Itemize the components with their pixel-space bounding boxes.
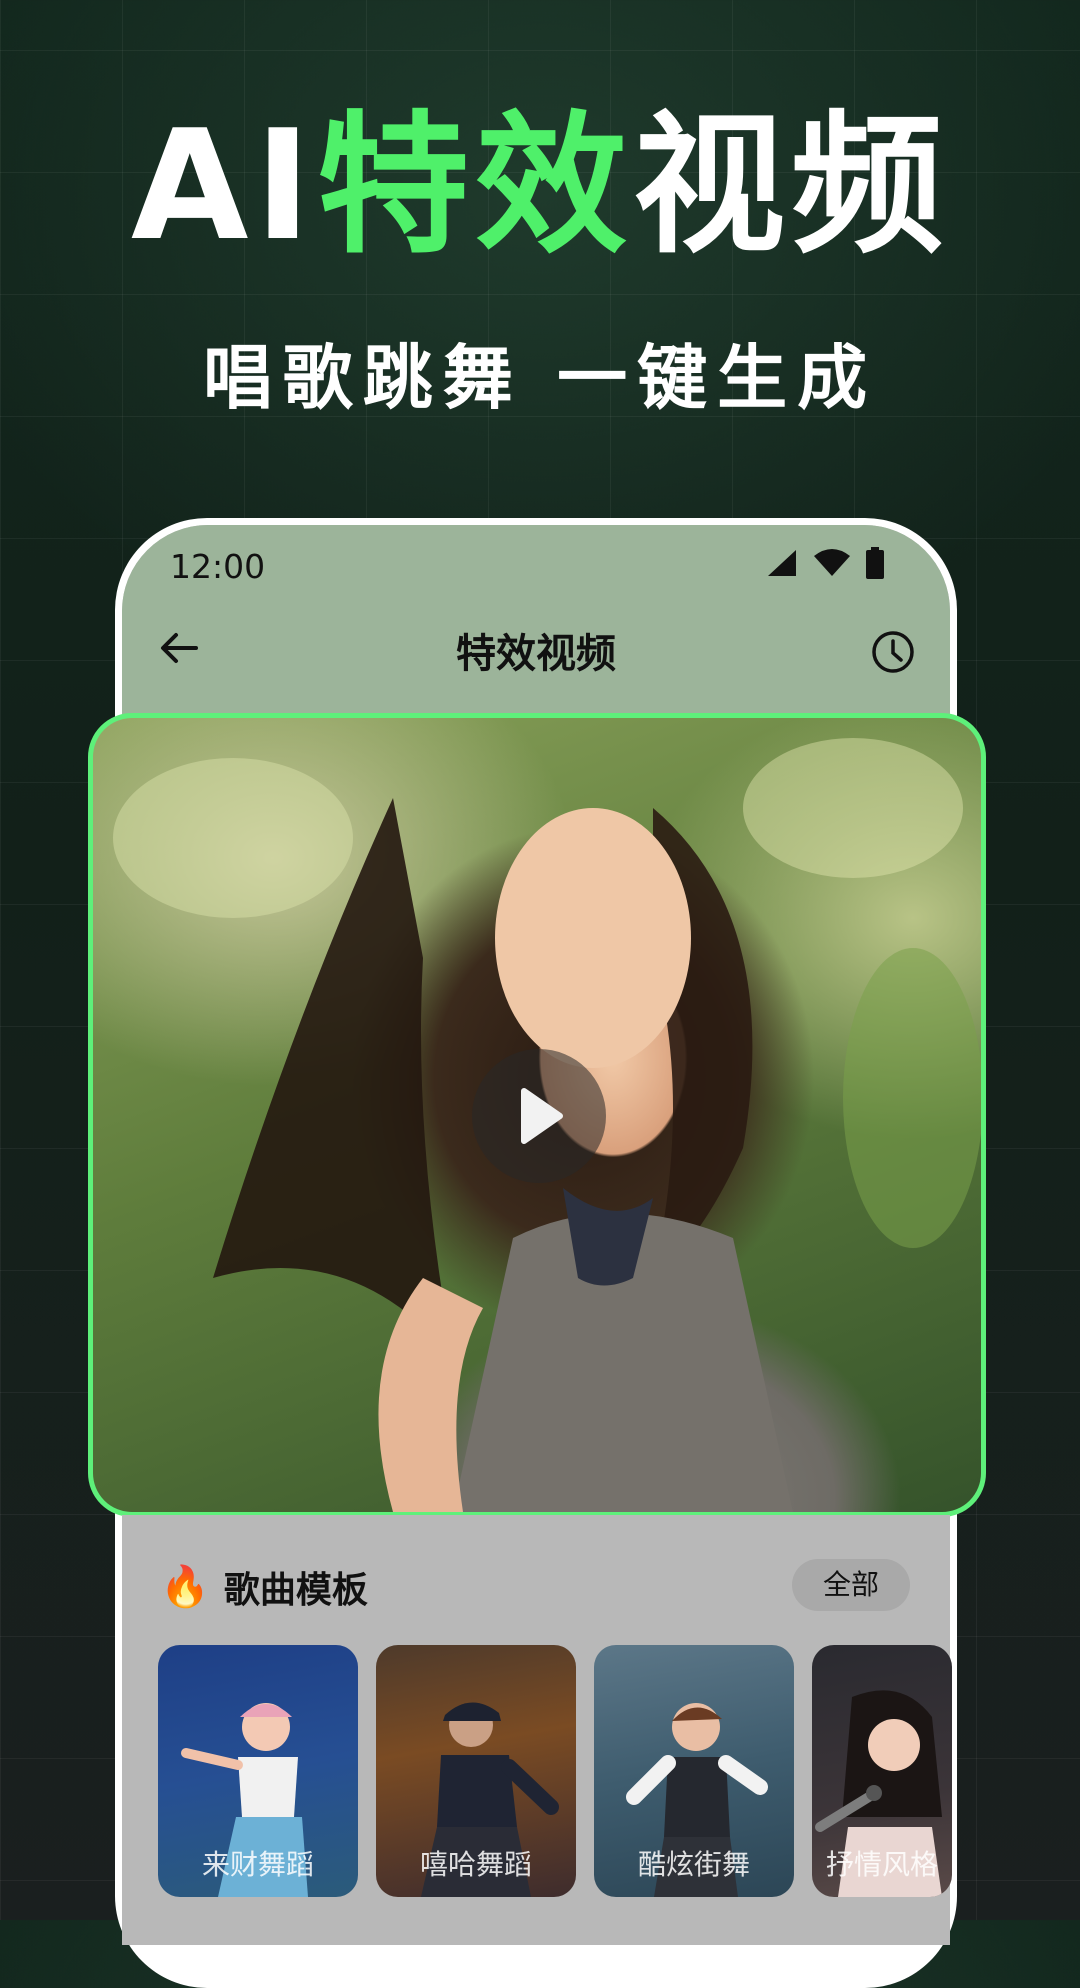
view-all-button[interactable]: 全部 [792,1559,910,1611]
fire-icon: 🔥 [160,1564,210,1610]
promo-headline: AI特效视频 [0,110,1080,262]
template-card-label: 抒情风格 [825,1848,938,1881]
template-card[interactable]: 嘻哈舞蹈 [376,1645,576,1897]
play-button[interactable] [472,1049,606,1183]
song-template-section: 🔥 歌曲模板 全部 来财舞蹈 嘻哈舞蹈 酷炫街舞 抒情风格 [122,1515,952,1945]
template-card[interactable]: 抒情风格 [812,1645,952,1897]
history-clock-icon[interactable] [870,629,916,675]
template-card[interactable]: 来财舞蹈 [158,1645,358,1897]
signal-icon [768,550,796,576]
template-card-label: 来财舞蹈 [201,1848,314,1881]
promo-subline: 唱歌跳舞 一键生成 [202,337,878,419]
headline-highlight: 特效 [317,97,634,274]
status-time: 12:00 [170,547,266,586]
wifi-icon [814,549,850,576]
section-title: 歌曲模板 [223,1570,368,1611]
headline-prefix: AI [130,97,318,274]
template-card-label: 嘻哈舞蹈 [419,1848,532,1881]
template-card-label: 酷炫街舞 [637,1848,750,1881]
battery-icon [866,547,884,579]
play-icon [521,1088,563,1144]
template-card[interactable]: 酷炫街舞 [594,1645,794,1897]
template-card-list: 来财舞蹈 嘻哈舞蹈 酷炫街舞 抒情风格 [158,1645,952,1897]
status-icons [766,547,884,579]
section-header: 🔥 歌曲模板 [160,1561,368,1613]
page-title: 特效视频 [456,631,616,677]
headline-suffix: 视频 [633,97,950,274]
app-bar: 12:00 特效视频 [122,525,950,725]
